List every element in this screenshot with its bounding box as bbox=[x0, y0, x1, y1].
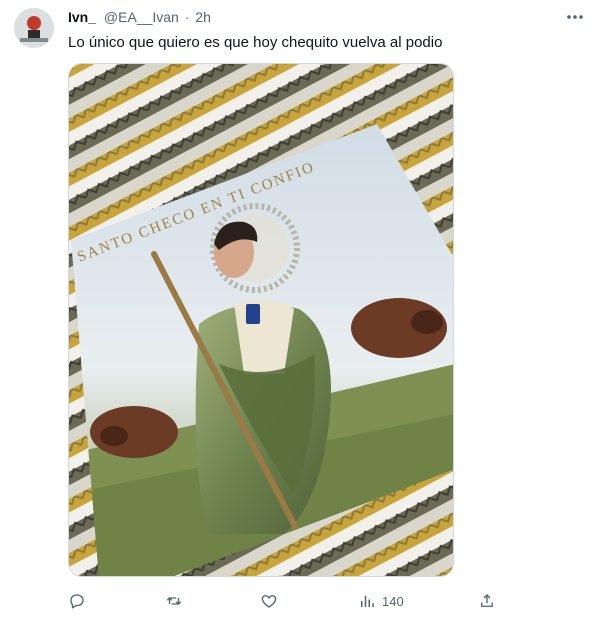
share-icon bbox=[481, 594, 493, 607]
tweet[interactable]: Ivn_ @EA__Ivan · 2h Lo único que quiero … bbox=[0, 0, 601, 620]
author-handle[interactable]: @EA__Ivan bbox=[104, 9, 179, 25]
tweet-text: Lo único que quiero es que hoy chequito … bbox=[68, 34, 443, 51]
separator-dot: · bbox=[184, 9, 190, 25]
action-bar: 140 bbox=[68, 588, 528, 614]
timestamp[interactable]: 2h bbox=[195, 9, 211, 25]
author-name[interactable]: Ivn_ bbox=[68, 9, 96, 25]
avatar[interactable] bbox=[14, 8, 54, 48]
retweet-icon bbox=[166, 597, 182, 605]
reply-button[interactable] bbox=[68, 588, 86, 614]
reply-icon bbox=[70, 594, 84, 609]
like-button[interactable] bbox=[260, 588, 278, 614]
tweet-image[interactable]: SANTO CHECO EN TI CONFIO bbox=[68, 63, 454, 577]
share-button[interactable] bbox=[478, 588, 496, 614]
tweet-header: Ivn_ @EA__Ivan · 2h bbox=[68, 8, 211, 26]
views-chart-icon bbox=[361, 595, 374, 607]
heart-icon bbox=[261, 595, 277, 608]
views-count: 140 bbox=[382, 593, 404, 609]
more-options-button[interactable] bbox=[562, 6, 588, 28]
retweet-button[interactable] bbox=[165, 588, 183, 614]
views-button[interactable]: 140 bbox=[358, 588, 404, 614]
more-icon bbox=[567, 15, 583, 19]
